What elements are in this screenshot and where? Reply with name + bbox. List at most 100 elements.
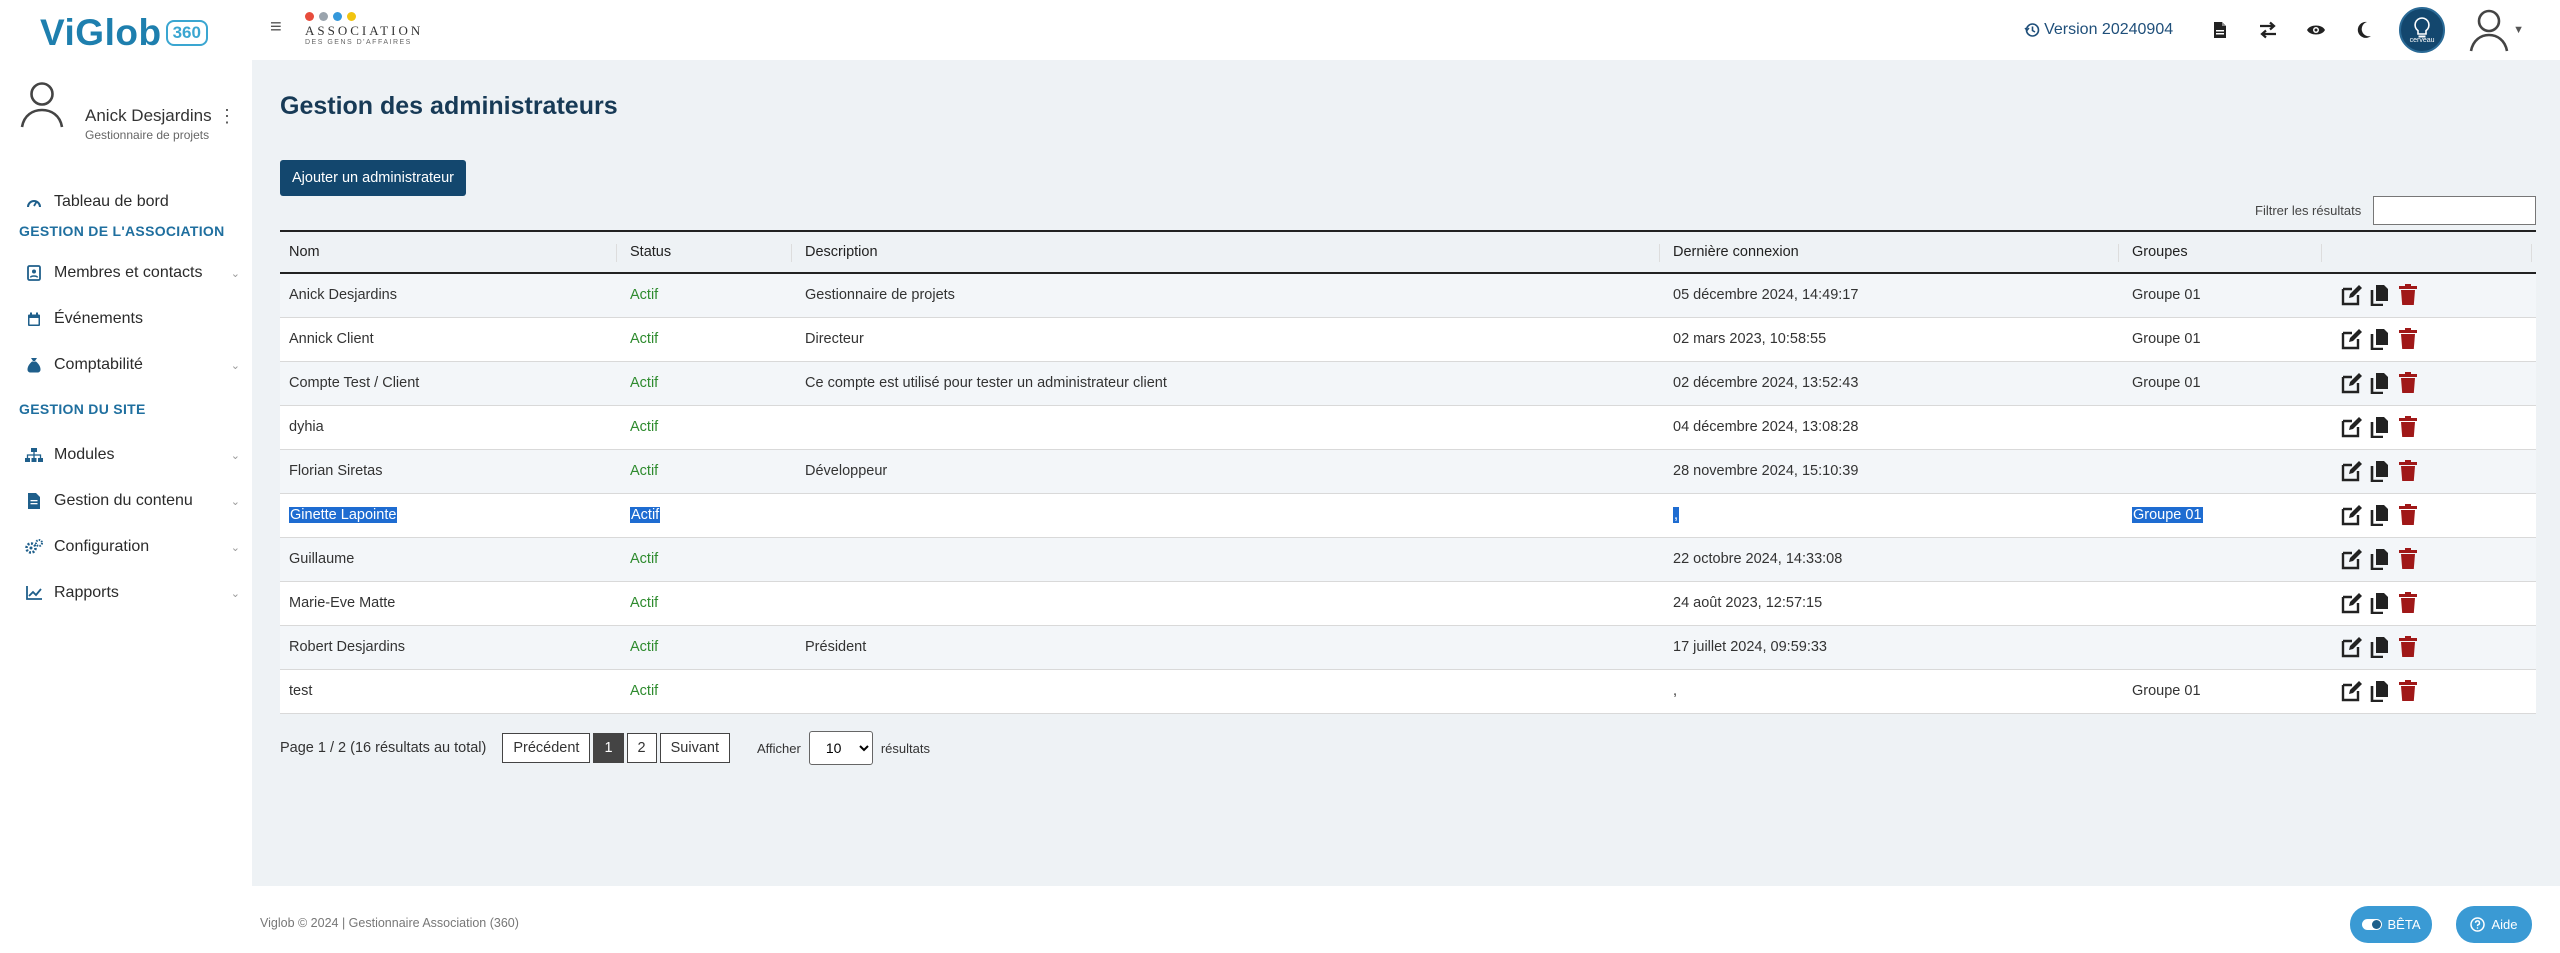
column-sort-handle [1659,244,1660,262]
column-header-status[interactable]: Status [621,231,796,273]
trash-icon[interactable] [2395,502,2421,528]
sitemap-icon [24,448,44,462]
copy-icon[interactable] [2367,326,2393,352]
column-header-derniere-connexion[interactable]: Dernière connexion [1664,231,2123,273]
cell-nom: Ginette Lapointe [280,493,621,537]
copy-icon[interactable] [2367,590,2393,616]
previous-page-button[interactable]: Précédent [502,733,591,763]
more-options-icon[interactable]: ⋮ [218,106,236,127]
results-per-page-select[interactable]: 10 [808,731,873,765]
column-header-nom[interactable]: Nom [280,231,621,273]
cell-description [796,493,1664,537]
cell-status: Actif [621,273,796,317]
dark-mode-moon-icon[interactable] [2351,17,2377,43]
edit-icon[interactable] [2339,634,2365,660]
table-header-row: Nom Status Description Dernière connexio… [280,231,2536,273]
copy-icon[interactable] [2367,458,2393,484]
cell-derniere-connexion-text: 24 août 2023, 12:57:15 [1673,595,1823,611]
trash-icon[interactable] [2395,414,2421,440]
cell-derniere-connexion-text: , [1673,507,1680,523]
section-gestion-site: GESTION DU SITE [19,401,146,417]
hamburger-menu-icon[interactable]: ≡ [270,16,282,39]
copy-icon[interactable] [2367,634,2393,660]
table-row: test Actif, Groupe 01 [280,669,2536,713]
cell-nom-text: Guillaume [289,551,355,567]
page-2-button[interactable]: 2 [626,733,657,763]
eye-icon[interactable] [2303,17,2329,43]
copy-icon[interactable] [2367,546,2393,572]
copy-icon[interactable] [2367,414,2393,440]
table-body: Anick Desjardins Actif Gestionnaire de pro… [280,273,2536,713]
chevron-down-icon: ⌄ [230,541,240,554]
cell-nom-text: Anick Desjardins [289,287,397,304]
cell-description-text: Ce compte est utilisé pour tester un adm… [805,375,1167,391]
sidebar-item-evenements[interactable]: Événements [0,302,252,336]
trash-icon[interactable] [2395,634,2421,660]
filter-label: Filtrer les résultats [2255,203,2362,218]
edit-icon[interactable] [2339,546,2365,572]
column-header-description[interactable]: Description [796,231,1664,273]
add-administrator-button[interactable]: Ajouter un administrateur [280,160,466,196]
trash-icon[interactable] [2395,370,2421,396]
cell-actions [2326,361,2536,405]
cell-status-text: Actif [630,287,659,304]
trash-icon[interactable] [2395,678,2421,704]
cell-groupes: Groupe 01 [2123,361,2326,405]
logo-dot-yellow [347,12,356,21]
cell-description: Ce compte est utilisé pour tester un adm… [796,361,1664,405]
column-header-label: Nom [289,244,320,260]
column-header-groupes[interactable]: Groupes [2123,231,2326,273]
viglob-logo[interactable]: ViGlob 360 [40,12,208,54]
cell-description: Gestionnaire de projets [796,273,1664,317]
sidebar-item-membres-contacts[interactable]: Membres et contacts ⌄ [0,256,252,290]
edit-icon[interactable] [2339,282,2365,308]
sidebar-item-comptabilite[interactable]: Comptabilité ⌄ [0,348,252,382]
copy-icon[interactable] [2367,370,2393,396]
sidebar-item-modules[interactable]: Modules ⌄ [0,438,252,472]
sidebar-item-label: Événements [54,310,143,327]
trash-icon[interactable] [2395,546,2421,572]
cell-nom-text: Florian Siretas [289,463,383,479]
edit-icon[interactable] [2339,590,2365,616]
trash-icon[interactable] [2395,282,2421,308]
next-page-button[interactable]: Suivant [659,733,730,763]
cerveau-ai-button[interactable]: cerveau [2399,7,2446,53]
edit-icon[interactable] [2339,414,2365,440]
copy-icon[interactable] [2367,678,2393,704]
trash-icon[interactable] [2395,590,2421,616]
version-link[interactable]: Version 20240904 [2024,21,2173,39]
row-actions [2335,282,2536,308]
edit-icon[interactable] [2339,458,2365,484]
help-button[interactable]: Aide [2456,906,2532,943]
edit-icon[interactable] [2339,678,2365,704]
copy-icon[interactable] [2367,282,2393,308]
cell-description [796,537,1664,581]
edit-icon[interactable] [2339,326,2365,352]
sidebar-item-configuration[interactable]: Configuration ⌄ [0,530,252,564]
beta-toggle-button[interactable]: BÊTA [2350,906,2432,943]
copyright-text: Viglob © 2024 | Gestionnaire Association… [260,916,519,930]
page-1-button[interactable]: 1 [593,733,624,763]
row-actions [2335,414,2536,440]
cell-status-text: Actif [630,683,659,699]
document-icon[interactable] [2207,17,2233,43]
cell-nom-text: Marie-Eve Matte [289,595,396,611]
sidebar-item-rapports[interactable]: Rapports ⌄ [0,576,252,610]
cell-derniere-connexion-text: 28 novembre 2024, 15:10:39 [1673,463,1859,479]
column-header-label: Dernière connexion [1673,244,1799,260]
filter-input[interactable] [2373,196,2536,225]
cell-actions [2326,449,2536,493]
edit-icon[interactable] [2339,502,2365,528]
trash-icon[interactable] [2395,326,2421,352]
trash-icon[interactable] [2395,458,2421,484]
sidebar-item-tableau-de-bord[interactable]: Tableau de bord [0,185,252,219]
cell-groupes: Groupe 01 [2123,273,2326,317]
cell-groupes-text: Groupe 01 [2132,287,2201,304]
copy-icon[interactable] [2367,502,2393,528]
cell-nom: Compte Test / Client [280,361,621,405]
user-menu[interactable]: ▼ [2469,8,2524,52]
exchange-icon[interactable] [2255,17,2281,43]
cell-description: Développeur [796,449,1664,493]
sidebar-item-gestion-contenu[interactable]: Gestion du contenu ⌄ [0,484,252,518]
edit-icon[interactable] [2339,370,2365,396]
